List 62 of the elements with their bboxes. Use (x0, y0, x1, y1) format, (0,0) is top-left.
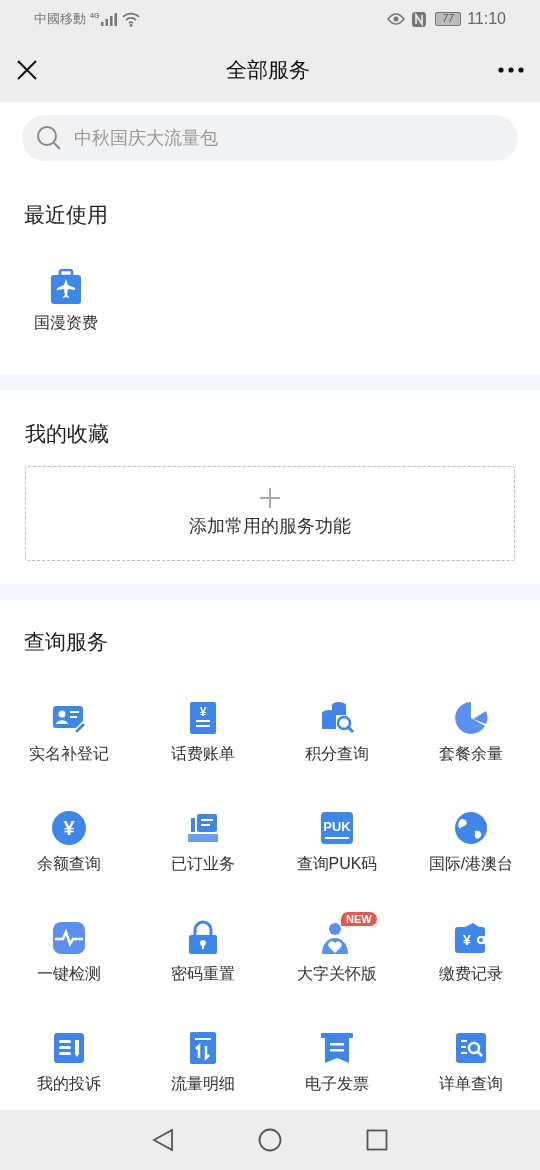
service-item[interactable]: 我的投诉 (2, 1019, 136, 1096)
service-label: 流量明细 (171, 1073, 235, 1094)
service-item[interactable]: NEW 大字关怀版 (270, 909, 404, 986)
service-item[interactable]: 实名补登记 (2, 689, 136, 766)
service-item[interactable]: 密码重置 (136, 909, 270, 986)
service-item[interactable]: 流量明细 (136, 1019, 270, 1096)
add-favorite-button[interactable]: 添加常用的服务功能 (25, 465, 515, 561)
service-label: 国漫资费 (34, 312, 98, 333)
yen-coin-icon: ¥ (51, 809, 87, 846)
clock-time: 11:10 (467, 9, 506, 29)
section-title: 查询服务 (23, 629, 109, 655)
service-label: 积分查询 (305, 743, 369, 764)
search-field[interactable]: 中秋国庆大流量包 (22, 115, 518, 161)
service-label: 余额查询 (37, 853, 101, 874)
service-label: 实名补登记 (29, 743, 109, 764)
service-label: 一键检测 (37, 963, 101, 984)
service-item[interactable]: 国际/港澳台 (404, 799, 538, 876)
service-item[interactable]: 一键检测 (2, 909, 136, 986)
page-title: 全部服务 (225, 57, 311, 84)
coins-search-icon (319, 699, 355, 736)
service-label: 已订业务 (171, 853, 235, 874)
puk-card-icon: PUK (319, 809, 355, 846)
pie-chart-icon (453, 699, 489, 736)
plus-icon (259, 486, 281, 509)
service-item[interactable]: ¥ 余额查询 (2, 799, 136, 876)
service-label: 套餐余量 (439, 743, 503, 764)
service-label: 国际/港澳台 (428, 853, 514, 874)
recents-icon[interactable] (366, 1129, 388, 1151)
service-item[interactable]: 积分查询 (270, 689, 404, 766)
new-badge: NEW (341, 911, 377, 926)
section-title: 最近使用 (24, 202, 109, 228)
service-item[interactable]: 套餐余量 (404, 689, 538, 766)
service-label: 详单查询 (439, 1073, 503, 1094)
service-label: 密码重置 (171, 963, 235, 984)
service-label: 大字关怀版 (297, 963, 377, 984)
service-label: 查询PUK码 (296, 853, 378, 874)
service-label: 缴费记录 (439, 963, 503, 984)
battery-icon: 77 (435, 12, 462, 26)
section-title: 我的收藏 (25, 421, 110, 447)
service-item[interactable]: 国漫资费 (22, 268, 110, 335)
service-label: 电子发票 (305, 1073, 369, 1094)
service-item[interactable]: 电子发票 (270, 1019, 404, 1096)
service-label: 我的投诉 (37, 1073, 101, 1094)
home-icon[interactable] (258, 1128, 282, 1152)
close-icon[interactable] (16, 59, 38, 81)
eye-icon (387, 13, 406, 25)
service-item[interactable]: ¥ 缴费记录 (404, 909, 538, 986)
more-icon[interactable] (498, 67, 524, 73)
search-icon (36, 125, 62, 151)
service-item[interactable]: ¥ 话费账单 (136, 689, 270, 766)
wifi-icon (122, 11, 141, 27)
carrier-name: 中國移動 (34, 10, 86, 29)
pulse-icon (51, 919, 87, 956)
back-icon[interactable] (152, 1128, 174, 1152)
service-item[interactable]: 详单查询 (404, 1019, 538, 1096)
service-item[interactable]: PUK 查询PUK码 (270, 799, 404, 876)
service-item[interactable]: 已订业务 (136, 799, 270, 876)
signal-icon (100, 12, 119, 26)
suitcase-plane-icon (50, 268, 82, 305)
globe-icon (453, 809, 489, 846)
service-label: 话费账单 (171, 743, 235, 764)
nfc-icon (411, 10, 428, 28)
